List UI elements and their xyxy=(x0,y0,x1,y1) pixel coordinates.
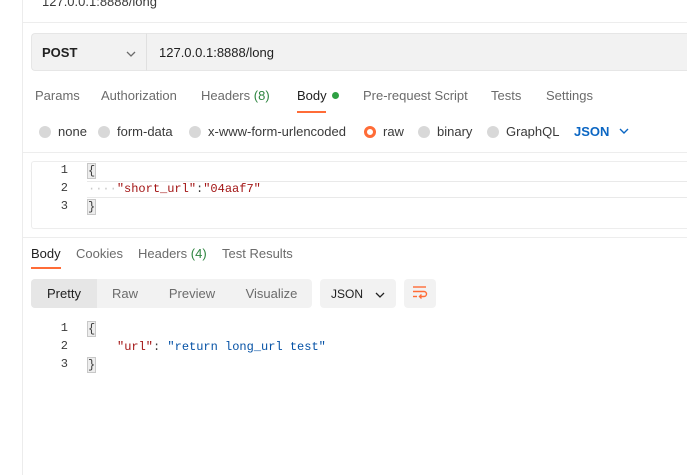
radio-circle xyxy=(189,125,201,138)
url-input[interactable]: 127.0.0.1:8888/long xyxy=(146,33,687,71)
json-colon: : xyxy=(153,340,168,354)
wrap-lines-icon xyxy=(412,285,428,302)
body-format-select[interactable]: JSON xyxy=(574,124,629,139)
view-preview-button[interactable]: Preview xyxy=(153,279,231,308)
radio-circle xyxy=(418,125,430,138)
radio-x-www-form-urlencoded[interactable]: x-www-form-urlencoded xyxy=(189,124,346,139)
radio-label: raw xyxy=(383,124,404,139)
view-visualize-button[interactable]: Visualize xyxy=(231,279,312,308)
chevron-down-icon xyxy=(375,289,385,303)
response-format-select[interactable]: JSON xyxy=(320,279,396,308)
tab-authorization[interactable]: Authorization xyxy=(101,88,177,103)
request-tab-title[interactable]: 127.0.0.1:8888/long xyxy=(42,0,157,9)
code-line: { xyxy=(86,162,97,180)
tab-label: Test Results xyxy=(222,246,293,261)
tab-tests[interactable]: Tests xyxy=(491,88,521,103)
tab-pre-request-script[interactable]: Pre-request Script xyxy=(363,88,468,103)
tab-label: Tests xyxy=(491,88,522,103)
tab-label: Authorization xyxy=(101,88,177,103)
wrap-lines-button[interactable] xyxy=(404,279,436,308)
line-number: 1 xyxy=(60,321,68,335)
active-tab-indicator xyxy=(31,267,61,269)
response-tab-cookies[interactable]: Cookies xyxy=(76,246,123,261)
radio-none[interactable]: none xyxy=(39,124,87,139)
radio-circle-checked xyxy=(364,125,376,138)
divider xyxy=(23,22,687,23)
method-select[interactable]: POST xyxy=(31,33,146,71)
status-dot-icon xyxy=(331,92,339,99)
code-brace: } xyxy=(86,357,97,373)
tab-label: Body xyxy=(297,88,327,103)
code-line: } xyxy=(86,356,97,374)
tab-params[interactable]: Params xyxy=(35,88,80,103)
left-rail xyxy=(0,0,23,475)
radio-form-data[interactable]: form-data xyxy=(98,124,173,139)
view-raw-button[interactable]: Raw xyxy=(97,279,153,308)
view-mode-selector: Pretty Raw Preview Visualize xyxy=(31,279,312,308)
whitespace-dots: ···· xyxy=(88,182,117,196)
body-format-label: JSON xyxy=(574,124,610,139)
radio-circle xyxy=(487,125,499,138)
line-number: 2 xyxy=(60,181,68,195)
line-number: 3 xyxy=(60,357,68,371)
tab-label: Pre-request Script xyxy=(363,88,468,103)
tab-label: Cookies xyxy=(76,246,123,261)
json-value: "return long_url test" xyxy=(167,340,326,354)
response-tab-headers[interactable]: Headers (4) xyxy=(138,246,207,261)
url-value: 127.0.0.1:8888/long xyxy=(159,44,274,60)
divider xyxy=(23,152,687,153)
code-line: { xyxy=(86,320,97,338)
radio-circle xyxy=(98,125,110,138)
radio-label: form-data xyxy=(117,124,173,139)
method-label: POST xyxy=(42,44,78,60)
chevron-down-icon xyxy=(619,124,629,139)
response-tab-body[interactable]: Body xyxy=(31,246,61,261)
code-line: "url": "return long_url test" xyxy=(117,338,326,356)
radio-binary[interactable]: binary xyxy=(418,124,472,139)
json-key: "short_url" xyxy=(116,182,197,196)
tab-settings[interactable]: Settings xyxy=(546,88,593,103)
radio-raw[interactable]: raw xyxy=(364,124,404,139)
line-number: 2 xyxy=(60,339,68,353)
tab-headers[interactable]: Headers (8) xyxy=(201,88,270,103)
tab-count: (8) xyxy=(253,88,270,103)
line-number: 1 xyxy=(60,163,68,177)
json-value: "04aaf7" xyxy=(203,182,261,196)
json-key: "url" xyxy=(117,340,154,354)
code-brace: { xyxy=(86,163,97,179)
divider xyxy=(23,237,687,238)
radio-graphql[interactable]: GraphQL xyxy=(487,124,559,139)
radio-circle xyxy=(39,125,51,138)
chevron-down-icon xyxy=(126,47,136,62)
code-brace: { xyxy=(86,321,97,337)
code-line: } xyxy=(86,198,97,216)
code-line: ····"short_url":"04aaf7" xyxy=(88,180,261,198)
tab-body[interactable]: Body xyxy=(297,88,339,103)
radio-label: binary xyxy=(437,124,473,139)
active-tab-indicator xyxy=(297,111,326,113)
tab-label: Headers xyxy=(138,246,188,261)
radio-label: x-www-form-urlencoded xyxy=(208,124,346,139)
line-number: 3 xyxy=(60,199,68,213)
tab-label: Body xyxy=(31,246,61,261)
response-tab-test-results[interactable]: Test Results xyxy=(222,246,293,261)
tab-count: (4) xyxy=(190,246,207,261)
response-format-label: JSON xyxy=(331,286,364,301)
radio-label: GraphQL xyxy=(506,124,560,139)
code-brace: } xyxy=(86,199,97,215)
tab-label: Params xyxy=(35,88,80,103)
tab-label: Settings xyxy=(546,88,593,103)
tab-label: Headers xyxy=(201,88,251,103)
radio-label: none xyxy=(58,124,87,139)
view-pretty-button[interactable]: Pretty xyxy=(31,279,97,308)
